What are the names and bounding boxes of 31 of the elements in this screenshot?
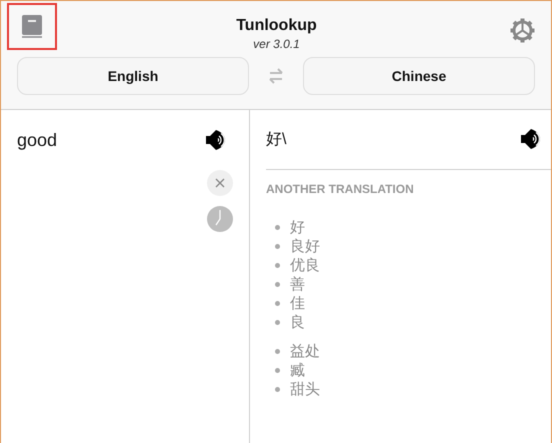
translation-item[interactable]: 优良 <box>290 256 320 275</box>
book-icon[interactable] <box>21 14 43 38</box>
bullet-icon <box>275 349 280 354</box>
app-title: Tunlookup <box>235 17 318 35</box>
bullet-icon <box>275 368 280 373</box>
translation-item[interactable]: 良好 <box>290 237 320 256</box>
bullet-icon <box>275 244 280 249</box>
translation-item[interactable]: 好 <box>290 218 305 237</box>
translation-item[interactable]: 良 <box>290 313 305 332</box>
settings-icon[interactable] <box>510 18 535 43</box>
clear-button[interactable] <box>207 170 233 196</box>
translation-item[interactable]: 益处 <box>290 342 320 361</box>
section-heading: ANOTHER TRANSLATION <box>266 182 415 196</box>
translation-text: 好\ <box>266 130 286 150</box>
bullet-icon <box>275 320 280 325</box>
bullet-icon <box>275 225 280 230</box>
bullet-icon <box>275 263 280 268</box>
translation-item[interactable]: 佳 <box>290 294 305 313</box>
language-button[interactable]: Chinese <box>303 57 535 95</box>
version-label: ver 3.0.1 <box>252 37 301 51</box>
bullet-icon <box>275 282 280 287</box>
translation-item[interactable]: 甜头 <box>290 380 320 399</box>
source-text: good <box>17 130 58 150</box>
close-icon[interactable] <box>215 178 225 188</box>
language-button[interactable]: English <box>17 57 249 95</box>
swap-icon[interactable] <box>267 67 285 85</box>
bullet-icon <box>275 301 280 306</box>
translation-item[interactable]: 臧 <box>290 361 305 380</box>
bullet-icon <box>275 387 280 392</box>
clock-icon[interactable] <box>207 206 233 232</box>
translation-item[interactable]: 善 <box>290 275 305 294</box>
